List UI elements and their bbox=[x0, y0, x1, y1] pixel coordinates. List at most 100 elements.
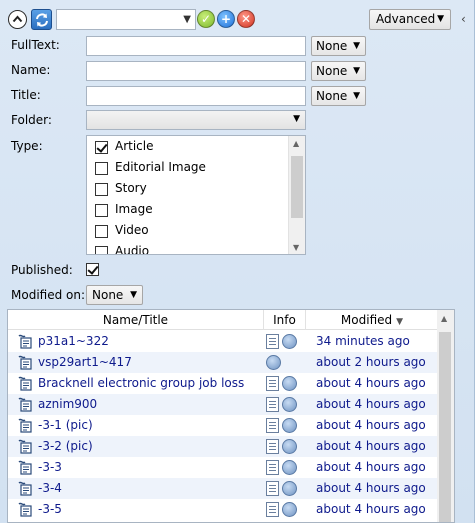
row-modified: about 4 hours ago bbox=[316, 376, 426, 390]
chevron-down-icon: ▼ bbox=[353, 91, 360, 101]
add-icon[interactable]: + bbox=[217, 10, 235, 28]
globe-icon bbox=[282, 502, 297, 517]
delete-icon[interactable]: ✕ bbox=[237, 10, 255, 28]
row-title[interactable]: Bracknell electronic group job loss bbox=[38, 376, 244, 390]
fulltext-mode-select[interactable]: None ▼ bbox=[311, 36, 366, 56]
title-mode-value: None bbox=[316, 89, 348, 103]
column-header-modified[interactable]: Modified ▼ bbox=[306, 310, 438, 330]
globe-icon bbox=[282, 376, 297, 391]
grid-header: Name/Title Info Modified ▼ bbox=[8, 310, 438, 330]
chevron-down-icon: ▼ bbox=[353, 66, 360, 76]
chevron-up-icon[interactable]: ▲ bbox=[441, 314, 447, 323]
collapse-icon[interactable] bbox=[8, 10, 27, 29]
type-list-scrollbar[interactable]: ▲ ▼ bbox=[288, 136, 305, 254]
type-checkbox[interactable] bbox=[95, 225, 108, 238]
row-modified: about 4 hours ago bbox=[316, 460, 426, 474]
title-label: Title: bbox=[11, 88, 41, 102]
name-mode-select[interactable]: None ▼ bbox=[311, 61, 366, 81]
article-icon bbox=[18, 502, 32, 517]
scrollbar-thumb[interactable] bbox=[439, 332, 451, 522]
chevron-down-icon: ▼ bbox=[353, 41, 360, 51]
published-checkbox[interactable] bbox=[86, 263, 99, 276]
row-title[interactable]: p31a1~322 bbox=[38, 334, 109, 348]
published-label: Published: bbox=[11, 263, 73, 277]
chevron-up-icon[interactable]: ▲ bbox=[293, 139, 299, 148]
name-mode-value: None bbox=[316, 64, 348, 78]
row-title[interactable]: -3-4 bbox=[38, 481, 62, 495]
table-row[interactable]: -3-5 about 4 hours ago bbox=[8, 499, 438, 520]
refresh-icon[interactable] bbox=[31, 9, 52, 30]
row-title[interactable]: aznim900 bbox=[38, 397, 97, 411]
column-header-modified-label: Modified bbox=[340, 313, 393, 327]
fulltext-input[interactable] bbox=[86, 36, 306, 56]
row-title[interactable]: vsp29art1~417 bbox=[38, 355, 132, 369]
table-row[interactable]: p31a1~322 34 minutes ago bbox=[8, 331, 438, 352]
globe-icon bbox=[282, 439, 297, 454]
article-icon bbox=[18, 397, 32, 412]
column-header-info[interactable]: Info bbox=[264, 310, 306, 330]
grid-scrollbar[interactable]: ▲ bbox=[437, 310, 454, 522]
document-icon bbox=[266, 502, 279, 517]
article-icon bbox=[18, 376, 32, 391]
table-row[interactable]: -3-2 (pic) about 4 hours ago bbox=[8, 436, 438, 457]
row-title[interactable]: -3-1 (pic) bbox=[38, 418, 93, 432]
name-label: Name: bbox=[11, 63, 51, 77]
row-modified: about 4 hours ago bbox=[316, 502, 426, 516]
row-title[interactable]: -3-3 bbox=[38, 460, 62, 474]
type-list: Article Editorial Image Story Image Vide… bbox=[86, 135, 306, 255]
table-row[interactable]: -3-3 about 4 hours ago bbox=[8, 457, 438, 478]
title-mode-select[interactable]: None ▼ bbox=[311, 86, 366, 106]
row-title[interactable]: -3-5 bbox=[38, 502, 62, 516]
row-modified: about 2 hours ago bbox=[316, 355, 426, 369]
chevron-down-icon: ▼ bbox=[437, 14, 444, 24]
article-icon bbox=[18, 460, 32, 475]
chevron-left-icon[interactable]: ‹ bbox=[461, 12, 466, 26]
chevron-down-icon[interactable]: ▼ bbox=[293, 243, 299, 252]
table-row[interactable]: aznim900 about 4 hours ago bbox=[8, 394, 438, 415]
type-item-label: Image bbox=[115, 202, 153, 216]
column-header-name[interactable]: Name/Title bbox=[8, 310, 264, 330]
type-checkbox[interactable] bbox=[95, 141, 108, 154]
type-checkbox[interactable] bbox=[95, 246, 108, 254]
document-icon bbox=[266, 481, 279, 496]
type-item-label: Video bbox=[115, 223, 149, 237]
column-header-name-label: Name/Title bbox=[102, 313, 169, 327]
table-row[interactable]: -3-4 about 4 hours ago bbox=[8, 478, 438, 499]
row-title[interactable]: -3-2 (pic) bbox=[38, 439, 93, 453]
article-icon bbox=[18, 334, 32, 349]
globe-icon bbox=[282, 418, 297, 433]
advanced-dropdown[interactable]: Advanced ▼ bbox=[369, 9, 451, 30]
sort-descending-icon: ▼ bbox=[396, 317, 404, 327]
globe-icon bbox=[282, 481, 297, 496]
saved-query-select[interactable]: ▼ bbox=[56, 9, 196, 30]
type-label: Type: bbox=[11, 139, 43, 153]
column-header-info-label: Info bbox=[273, 313, 296, 327]
type-item-label: Article bbox=[115, 139, 154, 153]
chevron-down-icon: ▼ bbox=[130, 290, 137, 300]
type-checkbox[interactable] bbox=[95, 162, 108, 175]
table-row[interactable]: Bracknell electronic group job loss about… bbox=[8, 373, 438, 394]
title-input[interactable] bbox=[86, 86, 306, 106]
advanced-label: Advanced bbox=[376, 12, 436, 26]
folder-select[interactable]: ▼ bbox=[86, 110, 306, 130]
type-checkbox[interactable] bbox=[95, 204, 108, 217]
table-row[interactable]: -3-1 (pic) about 4 hours ago bbox=[8, 415, 438, 436]
type-item-label: Editorial Image bbox=[115, 160, 206, 174]
document-icon bbox=[266, 460, 279, 475]
modified-on-select[interactable]: None ▼ bbox=[86, 285, 143, 305]
type-checkbox[interactable] bbox=[95, 183, 108, 196]
globe-icon bbox=[266, 355, 281, 370]
name-input[interactable] bbox=[86, 61, 306, 81]
row-modified: 34 minutes ago bbox=[316, 334, 410, 348]
apply-icon[interactable]: ✓ bbox=[197, 10, 215, 28]
document-icon bbox=[266, 376, 279, 391]
table-row[interactable]: vsp29art1~417 about 2 hours ago bbox=[8, 352, 438, 373]
article-icon bbox=[18, 418, 32, 433]
results-grid: Name/Title Info Modified ▼ p31a1~322 34 mi… bbox=[7, 309, 455, 523]
article-icon bbox=[18, 439, 32, 454]
scrollbar-thumb[interactable] bbox=[291, 156, 303, 218]
type-item-label: Audio bbox=[115, 244, 150, 255]
fulltext-label: FullText: bbox=[11, 38, 60, 52]
chevron-down-icon: ▼ bbox=[183, 14, 191, 25]
search-panel: ▼ ✓ + ✕ Advanced ▼ ‹ FullText: None ▼ Na… bbox=[0, 0, 475, 523]
